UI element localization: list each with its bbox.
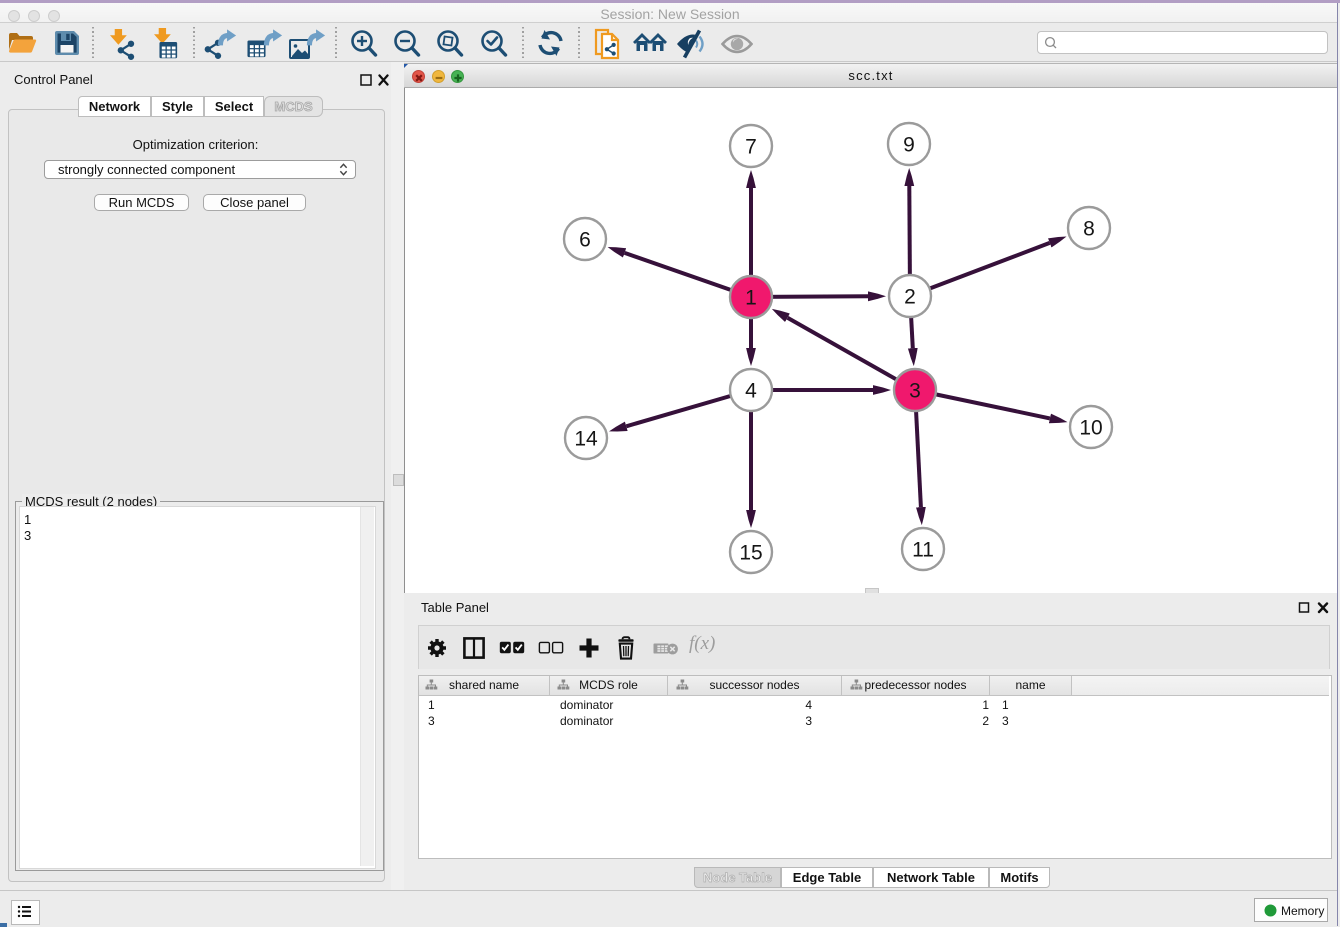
svg-text:4: 4 [745, 380, 757, 403]
svg-text:10: 10 [1079, 417, 1102, 440]
svg-text:15: 15 [739, 542, 762, 565]
svg-text:8: 8 [1083, 218, 1095, 241]
svg-text:14: 14 [574, 428, 598, 451]
svg-text:6: 6 [579, 229, 591, 252]
svg-text:2: 2 [904, 286, 916, 309]
svg-text:7: 7 [745, 136, 757, 159]
svg-text:9: 9 [903, 134, 915, 157]
svg-text:1: 1 [745, 287, 757, 310]
svg-text:3: 3 [909, 380, 921, 403]
svg-text:11: 11 [912, 539, 934, 562]
